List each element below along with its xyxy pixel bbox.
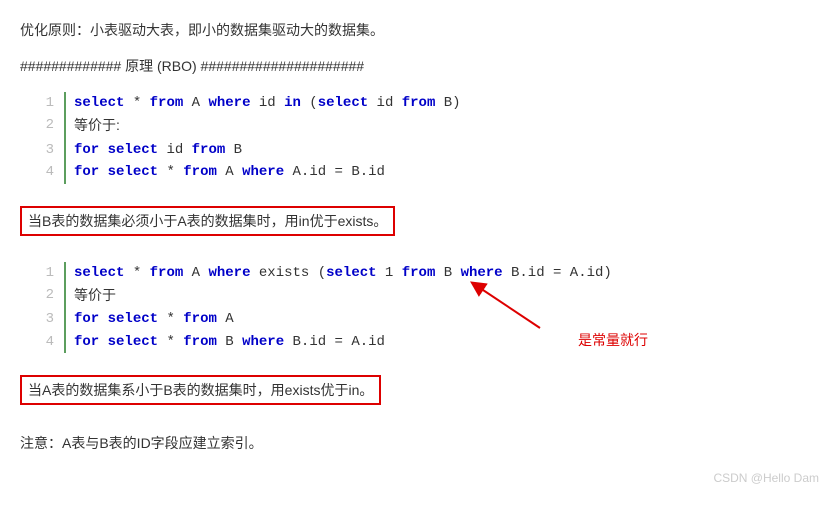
rule2-text: 当A表的数据集系小于B表的数据集时，用exists优于in。	[28, 382, 373, 398]
code-block-1: 1select * from A where id in (select id …	[30, 92, 807, 184]
line-number: 2	[30, 114, 64, 136]
code-line: 3for select id from B	[30, 139, 807, 161]
code-line: 2等价于	[30, 284, 807, 308]
line-number: 3	[30, 139, 64, 161]
intro-text: 优化原则：小表驱动大表，即小的数据集驱动大的数据集。	[20, 20, 807, 40]
code-content: select * from A where exists (select 1 f…	[64, 262, 612, 284]
code-content: select * from A where id in (select id f…	[64, 92, 461, 114]
code-content: for select id from B	[64, 139, 242, 161]
constant-annotation: 是常量就行	[578, 330, 648, 350]
code-block-2: 1select * from A where exists (select 1 …	[30, 262, 807, 354]
code-line: 3for select * from A	[30, 308, 807, 330]
line-number: 1	[30, 262, 64, 284]
code-line: 1select * from A where id in (select id …	[30, 92, 807, 114]
code-content: for select * from A	[64, 308, 234, 330]
line-number: 1	[30, 92, 64, 114]
code-line: 2等价于:	[30, 114, 807, 138]
code-content: 等价于:	[64, 114, 120, 138]
line-number: 3	[30, 308, 64, 330]
note-text: 注意：A表与B表的ID字段应建立索引。	[20, 433, 807, 453]
code-line: 4for select * from A where A.id = B.id	[30, 161, 807, 183]
code-content: for select * from A where A.id = B.id	[64, 161, 385, 183]
code-content: for select * from B where B.id = A.id	[64, 331, 385, 353]
code-content: 等价于	[64, 284, 116, 308]
divider-text: ############# 原理 (RBO) #################…	[20, 56, 807, 76]
code-line: 1select * from A where exists (select 1 …	[30, 262, 807, 284]
rule-box-1: 当B表的数据集必须小于A表的数据集时，用in优于exists。	[20, 206, 395, 236]
rule-box-2: 当A表的数据集系小于B表的数据集时，用exists优于in。	[20, 375, 381, 405]
rule1-text: 当B表的数据集必须小于A表的数据集时，用in优于exists。	[28, 213, 387, 229]
line-number: 2	[30, 284, 64, 306]
line-number: 4	[30, 161, 64, 183]
line-number: 4	[30, 331, 64, 353]
watermark: CSDN @Hello Dam	[713, 471, 819, 485]
code-line: 4for select * from B where B.id = A.id	[30, 331, 807, 353]
